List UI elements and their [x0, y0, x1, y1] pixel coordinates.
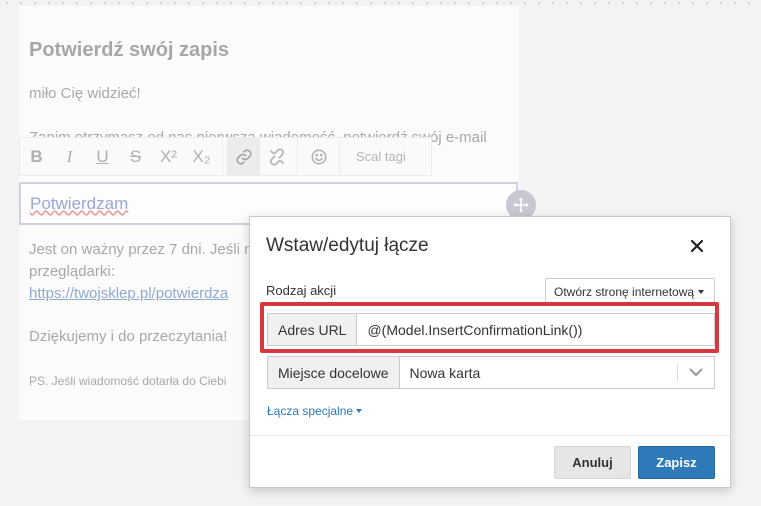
- special-links-label: Łącza specjalne: [267, 404, 354, 418]
- url-highlight-frame: [260, 302, 719, 353]
- cancel-button[interactable]: Anuluj: [554, 446, 631, 479]
- email-greeting: miło Cię widzieć!: [29, 85, 141, 102]
- underline-button[interactable]: U: [86, 138, 119, 175]
- emoji-button[interactable]: [302, 138, 335, 175]
- email-title: Potwierdź swój zapis: [29, 39, 230, 61]
- close-button[interactable]: [686, 235, 708, 257]
- action-type-label: Rodzaj akcji: [266, 283, 337, 298]
- confirm-link-text[interactable]: Potwierdzam: [30, 194, 128, 214]
- email-ps: PS. Jeśli wiadomość dotarła do Ciebi: [29, 374, 227, 388]
- toolbar-separator: [297, 138, 298, 175]
- dialog-title: Wstaw/edytuj łącze: [266, 235, 429, 256]
- save-button[interactable]: Zapisz: [638, 446, 715, 479]
- superscript-button[interactable]: X²: [152, 138, 185, 175]
- unlink-button[interactable]: [260, 138, 293, 175]
- target-dropdown-toggle[interactable]: [678, 357, 714, 388]
- toolbar-separator: [339, 138, 340, 175]
- bold-button[interactable]: B: [20, 138, 53, 175]
- action-type-dropdown[interactable]: Otwórz stronę internetową: [545, 278, 715, 305]
- target-value[interactable]: Nowa karta: [400, 357, 678, 388]
- formatting-toolbar: B I U S X² X₂ Scal tagi: [19, 137, 432, 176]
- toolbar-separator: [222, 138, 223, 175]
- unlink-icon: [269, 148, 284, 165]
- strikethrough-button[interactable]: S: [119, 138, 152, 175]
- move-icon: [513, 197, 529, 213]
- special-links-dropdown[interactable]: Łącza specjalne: [267, 404, 363, 418]
- close-icon: [690, 239, 704, 253]
- italic-button[interactable]: I: [53, 138, 86, 175]
- caret-down-icon: [698, 289, 705, 294]
- email-thanks: Dziękujemy i do przeczytania!: [29, 328, 228, 345]
- subscript-button[interactable]: X₂: [185, 138, 218, 175]
- link-icon: [235, 148, 252, 165]
- email-validity-line-2: przeglądarki:: [29, 263, 115, 280]
- merge-tags-button[interactable]: Scal tagi: [344, 138, 418, 175]
- dialog-footer-divider: [250, 435, 730, 436]
- smiley-icon: [311, 149, 326, 164]
- email-shop-link[interactable]: https://twojsklep.pl/potwierdza: [29, 283, 228, 305]
- email-validity-line-1: Jest on ważny przez 7 dni. Jeśli n: [29, 241, 253, 258]
- action-type-value: Otwórz stronę internetową: [554, 284, 695, 299]
- chevron-down-icon: [689, 368, 703, 376]
- caret-down-icon: [356, 409, 363, 413]
- target-label: Miejsce docelowe: [268, 357, 400, 388]
- link-button[interactable]: [227, 138, 260, 175]
- target-select-group[interactable]: Miejsce docelowe Nowa karta: [267, 356, 715, 389]
